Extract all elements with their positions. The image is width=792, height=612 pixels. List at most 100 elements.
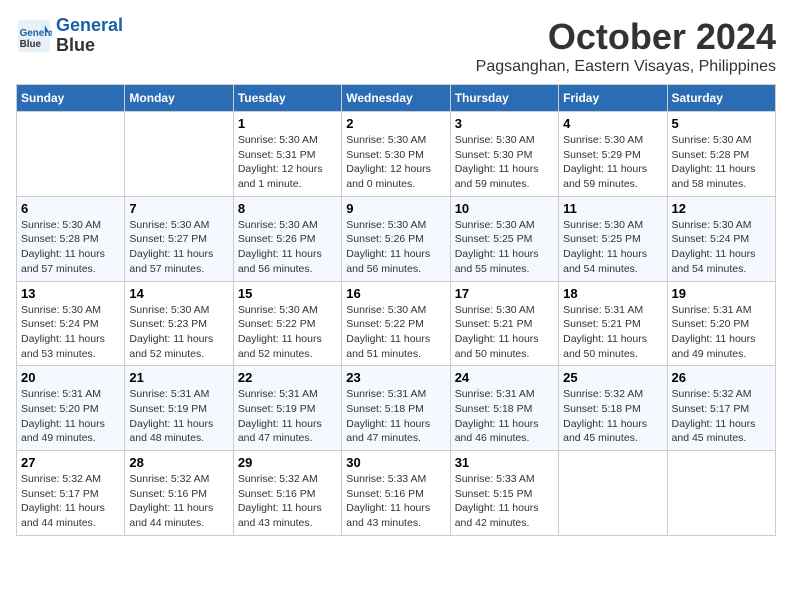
calendar-cell: 6 Sunrise: 5:30 AMSunset: 5:28 PMDayligh… [17, 196, 125, 281]
calendar-cell: 10 Sunrise: 5:30 AMSunset: 5:25 PMDaylig… [450, 196, 558, 281]
day-number: 22 [238, 370, 337, 385]
calendar-cell: 14 Sunrise: 5:30 AMSunset: 5:23 PMDaylig… [125, 281, 233, 366]
weekday-header-wednesday: Wednesday [342, 85, 450, 112]
cell-info: Sunrise: 5:33 AMSunset: 5:16 PMDaylight:… [346, 473, 430, 529]
day-number: 15 [238, 286, 337, 301]
cell-info: Sunrise: 5:33 AMSunset: 5:15 PMDaylight:… [455, 473, 539, 529]
day-number: 4 [563, 116, 662, 131]
calendar-cell: 26 Sunrise: 5:32 AMSunset: 5:17 PMDaylig… [667, 366, 775, 451]
day-number: 7 [129, 201, 228, 216]
calendar-cell: 15 Sunrise: 5:30 AMSunset: 5:22 PMDaylig… [233, 281, 341, 366]
calendar-cell: 21 Sunrise: 5:31 AMSunset: 5:19 PMDaylig… [125, 366, 233, 451]
day-number: 6 [21, 201, 120, 216]
cell-info: Sunrise: 5:30 AMSunset: 5:29 PMDaylight:… [563, 134, 647, 190]
logo-line1: General [56, 15, 123, 35]
day-number: 11 [563, 201, 662, 216]
cell-info: Sunrise: 5:32 AMSunset: 5:16 PMDaylight:… [238, 473, 322, 529]
weekday-header-row: SundayMondayTuesdayWednesdayThursdayFrid… [17, 85, 776, 112]
calendar-cell: 12 Sunrise: 5:30 AMSunset: 5:24 PMDaylig… [667, 196, 775, 281]
calendar-cell: 27 Sunrise: 5:32 AMSunset: 5:17 PMDaylig… [17, 451, 125, 536]
day-number: 24 [455, 370, 554, 385]
cell-info: Sunrise: 5:32 AMSunset: 5:17 PMDaylight:… [21, 473, 105, 529]
cell-info: Sunrise: 5:31 AMSunset: 5:20 PMDaylight:… [21, 388, 105, 444]
cell-info: Sunrise: 5:31 AMSunset: 5:18 PMDaylight:… [346, 388, 430, 444]
calendar-cell: 5 Sunrise: 5:30 AMSunset: 5:28 PMDayligh… [667, 112, 775, 197]
cell-info: Sunrise: 5:31 AMSunset: 5:18 PMDaylight:… [455, 388, 539, 444]
calendar-cell: 13 Sunrise: 5:30 AMSunset: 5:24 PMDaylig… [17, 281, 125, 366]
cell-info: Sunrise: 5:32 AMSunset: 5:16 PMDaylight:… [129, 473, 213, 529]
day-number: 29 [238, 455, 337, 470]
weekday-header-monday: Monday [125, 85, 233, 112]
svg-text:Blue: Blue [20, 39, 42, 50]
calendar-cell: 11 Sunrise: 5:30 AMSunset: 5:25 PMDaylig… [559, 196, 667, 281]
day-number: 30 [346, 455, 445, 470]
cell-info: Sunrise: 5:30 AMSunset: 5:27 PMDaylight:… [129, 219, 213, 275]
day-number: 26 [672, 370, 771, 385]
calendar-cell: 1 Sunrise: 5:30 AMSunset: 5:31 PMDayligh… [233, 112, 341, 197]
day-number: 10 [455, 201, 554, 216]
day-number: 5 [672, 116, 771, 131]
cell-info: Sunrise: 5:30 AMSunset: 5:26 PMDaylight:… [346, 219, 430, 275]
calendar-cell [17, 112, 125, 197]
calendar-cell: 16 Sunrise: 5:30 AMSunset: 5:22 PMDaylig… [342, 281, 450, 366]
day-number: 3 [455, 116, 554, 131]
week-row-0: 1 Sunrise: 5:30 AMSunset: 5:31 PMDayligh… [17, 112, 776, 197]
week-row-3: 20 Sunrise: 5:31 AMSunset: 5:20 PMDaylig… [17, 366, 776, 451]
logo: General Blue General Blue [16, 16, 123, 56]
day-number: 14 [129, 286, 228, 301]
calendar-cell [559, 451, 667, 536]
day-number: 9 [346, 201, 445, 216]
title-block: October 2024 Pagsanghan, Eastern Visayas… [476, 16, 776, 76]
page-header: General Blue General Blue October 2024 P… [16, 16, 776, 76]
cell-info: Sunrise: 5:30 AMSunset: 5:22 PMDaylight:… [238, 304, 322, 360]
cell-info: Sunrise: 5:31 AMSunset: 5:21 PMDaylight:… [563, 304, 647, 360]
calendar-cell: 19 Sunrise: 5:31 AMSunset: 5:20 PMDaylig… [667, 281, 775, 366]
cell-info: Sunrise: 5:30 AMSunset: 5:24 PMDaylight:… [672, 219, 756, 275]
calendar-cell: 18 Sunrise: 5:31 AMSunset: 5:21 PMDaylig… [559, 281, 667, 366]
day-number: 8 [238, 201, 337, 216]
day-number: 31 [455, 455, 554, 470]
calendar-cell: 28 Sunrise: 5:32 AMSunset: 5:16 PMDaylig… [125, 451, 233, 536]
calendar-cell: 31 Sunrise: 5:33 AMSunset: 5:15 PMDaylig… [450, 451, 558, 536]
calendar-cell: 20 Sunrise: 5:31 AMSunset: 5:20 PMDaylig… [17, 366, 125, 451]
calendar-cell [125, 112, 233, 197]
cell-info: Sunrise: 5:31 AMSunset: 5:19 PMDaylight:… [238, 388, 322, 444]
weekday-header-friday: Friday [559, 85, 667, 112]
calendar-cell: 8 Sunrise: 5:30 AMSunset: 5:26 PMDayligh… [233, 196, 341, 281]
day-number: 27 [21, 455, 120, 470]
weekday-header-saturday: Saturday [667, 85, 775, 112]
calendar-cell: 25 Sunrise: 5:32 AMSunset: 5:18 PMDaylig… [559, 366, 667, 451]
calendar-cell: 24 Sunrise: 5:31 AMSunset: 5:18 PMDaylig… [450, 366, 558, 451]
logo-line2: Blue [56, 35, 95, 55]
calendar-cell: 3 Sunrise: 5:30 AMSunset: 5:30 PMDayligh… [450, 112, 558, 197]
cell-info: Sunrise: 5:30 AMSunset: 5:25 PMDaylight:… [563, 219, 647, 275]
logo-icon: General Blue [16, 18, 52, 54]
weekday-header-tuesday: Tuesday [233, 85, 341, 112]
calendar-table: SundayMondayTuesdayWednesdayThursdayFrid… [16, 84, 776, 536]
calendar-cell: 2 Sunrise: 5:30 AMSunset: 5:30 PMDayligh… [342, 112, 450, 197]
cell-info: Sunrise: 5:30 AMSunset: 5:22 PMDaylight:… [346, 304, 430, 360]
cell-info: Sunrise: 5:30 AMSunset: 5:24 PMDaylight:… [21, 304, 105, 360]
logo-text: General Blue [56, 16, 123, 56]
cell-info: Sunrise: 5:30 AMSunset: 5:28 PMDaylight:… [672, 134, 756, 190]
week-row-4: 27 Sunrise: 5:32 AMSunset: 5:17 PMDaylig… [17, 451, 776, 536]
day-number: 16 [346, 286, 445, 301]
cell-info: Sunrise: 5:30 AMSunset: 5:25 PMDaylight:… [455, 219, 539, 275]
week-row-1: 6 Sunrise: 5:30 AMSunset: 5:28 PMDayligh… [17, 196, 776, 281]
calendar-cell: 29 Sunrise: 5:32 AMSunset: 5:16 PMDaylig… [233, 451, 341, 536]
cell-info: Sunrise: 5:31 AMSunset: 5:19 PMDaylight:… [129, 388, 213, 444]
calendar-cell: 4 Sunrise: 5:30 AMSunset: 5:29 PMDayligh… [559, 112, 667, 197]
day-number: 12 [672, 201, 771, 216]
day-number: 2 [346, 116, 445, 131]
day-number: 21 [129, 370, 228, 385]
weekday-header-sunday: Sunday [17, 85, 125, 112]
day-number: 18 [563, 286, 662, 301]
day-number: 19 [672, 286, 771, 301]
day-number: 28 [129, 455, 228, 470]
calendar-cell: 17 Sunrise: 5:30 AMSunset: 5:21 PMDaylig… [450, 281, 558, 366]
weekday-header-thursday: Thursday [450, 85, 558, 112]
day-number: 17 [455, 286, 554, 301]
cell-info: Sunrise: 5:30 AMSunset: 5:31 PMDaylight:… [238, 134, 323, 190]
cell-info: Sunrise: 5:32 AMSunset: 5:17 PMDaylight:… [672, 388, 756, 444]
calendar-cell: 22 Sunrise: 5:31 AMSunset: 5:19 PMDaylig… [233, 366, 341, 451]
